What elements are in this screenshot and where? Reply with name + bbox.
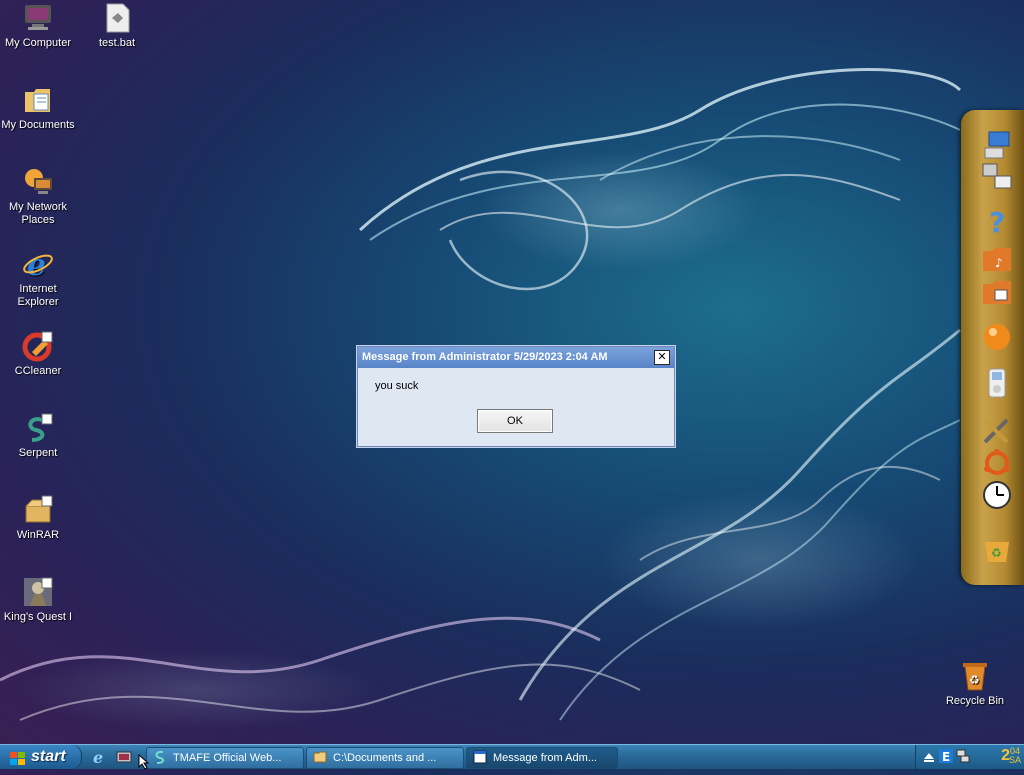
ubuntu-icon[interactable] [981, 448, 1013, 478]
internet-explorer-icon: e [22, 248, 54, 283]
tray-expand-icon[interactable] [922, 749, 936, 763]
desktop-icon-my-network-places[interactable]: My Network Places [0, 166, 76, 227]
clock-icon[interactable] [981, 480, 1013, 510]
taskbar: start e TMAFE Official Web... C:\Documen… [0, 744, 1024, 769]
quicklaunch-show-desktop-icon[interactable] [116, 749, 132, 765]
svg-text:E: E [942, 750, 950, 763]
windows-logo-icon [10, 750, 26, 765]
svg-text:e: e [27, 248, 46, 280]
batch-file-icon [101, 2, 133, 34]
recycle-bin-label: Recycle Bin [945, 695, 1005, 707]
ccleaner-icon [22, 330, 54, 362]
svg-text:?: ? [989, 206, 1005, 236]
svg-text:♻: ♻ [991, 546, 1002, 560]
network-icon[interactable] [981, 162, 1013, 192]
dialog-title: Message from Administrator 5/29/2023 2:0… [362, 351, 608, 363]
start-label: start [31, 748, 66, 765]
serpent-icon [22, 412, 54, 444]
system-tray: E 2 04 SA [915, 745, 1024, 769]
svg-text:♻: ♻ [969, 673, 980, 687]
kings-quest-icon [22, 576, 54, 608]
tray-e-icon[interactable]: E [939, 749, 953, 764]
ipod-icon[interactable] [981, 368, 1013, 398]
task-button-documents[interactable]: C:\Documents and ... [306, 747, 464, 769]
recycle-icon[interactable]: ♻ [981, 534, 1013, 564]
desktop-icon-internet-explorer[interactable]: e Internet Explorer [0, 248, 76, 309]
folder-icon [313, 750, 327, 764]
pictures-folder-icon[interactable] [981, 276, 1013, 306]
dialog-message: you suck [375, 380, 419, 392]
help-icon[interactable]: ? [981, 206, 1013, 239]
start-button[interactable]: start [0, 745, 82, 769]
close-button[interactable]: ✕ [654, 350, 670, 365]
desktop-icon-test-bat[interactable]: test.bat [79, 2, 155, 50]
my-computer-icon [22, 2, 54, 34]
my-documents-icon [22, 84, 54, 116]
ok-button[interactable]: OK [477, 409, 553, 433]
tools-icon[interactable] [981, 416, 1013, 446]
winrar-icon [22, 494, 54, 526]
tray-network-icon[interactable] [956, 749, 970, 763]
message-dialog: Message from Administrator 5/29/2023 2:0… [357, 346, 675, 447]
music-folder-icon[interactable]: ♪ [981, 243, 1013, 273]
dialog-titlebar[interactable]: Message from Administrator 5/29/2023 2:0… [358, 347, 674, 368]
recycle-bin-icon: ♻ [959, 660, 991, 692]
clock-suffix: SA [1009, 755, 1022, 765]
svg-text:e: e [93, 749, 103, 765]
desktop-icon-serpent[interactable]: Serpent [0, 412, 76, 460]
computer-icon[interactable] [981, 130, 1013, 160]
media-icon[interactable] [981, 322, 1013, 352]
desktop-icon-recycle-bin[interactable]: ♻ Recycle Bin [940, 660, 1010, 707]
serpent-icon [153, 750, 167, 764]
desktop-icon-my-documents[interactable]: My Documents [0, 84, 76, 132]
svg-text:♪: ♪ [995, 256, 1003, 270]
task-button-tmafe[interactable]: TMAFE Official Web... [146, 747, 304, 769]
network-places-icon [22, 166, 54, 198]
mouse-cursor-icon [138, 753, 150, 775]
window-icon [473, 750, 487, 764]
quicklaunch-ie-icon[interactable]: e [92, 748, 108, 767]
desktop-icon-ccleaner[interactable]: CCleaner [0, 330, 76, 378]
desktop-icon-winrar[interactable]: WinRAR [0, 494, 76, 542]
task-button-message[interactable]: Message from Adm... [466, 747, 618, 769]
desktop-icon-my-computer[interactable]: My Computer [0, 2, 76, 50]
clock-minute-suffix[interactable]: 04 SA [1009, 747, 1021, 765]
dock-bar: ? ♪ ♻ [961, 110, 1024, 585]
desktop-icon-kings-quest[interactable]: King's Quest I [0, 576, 76, 624]
